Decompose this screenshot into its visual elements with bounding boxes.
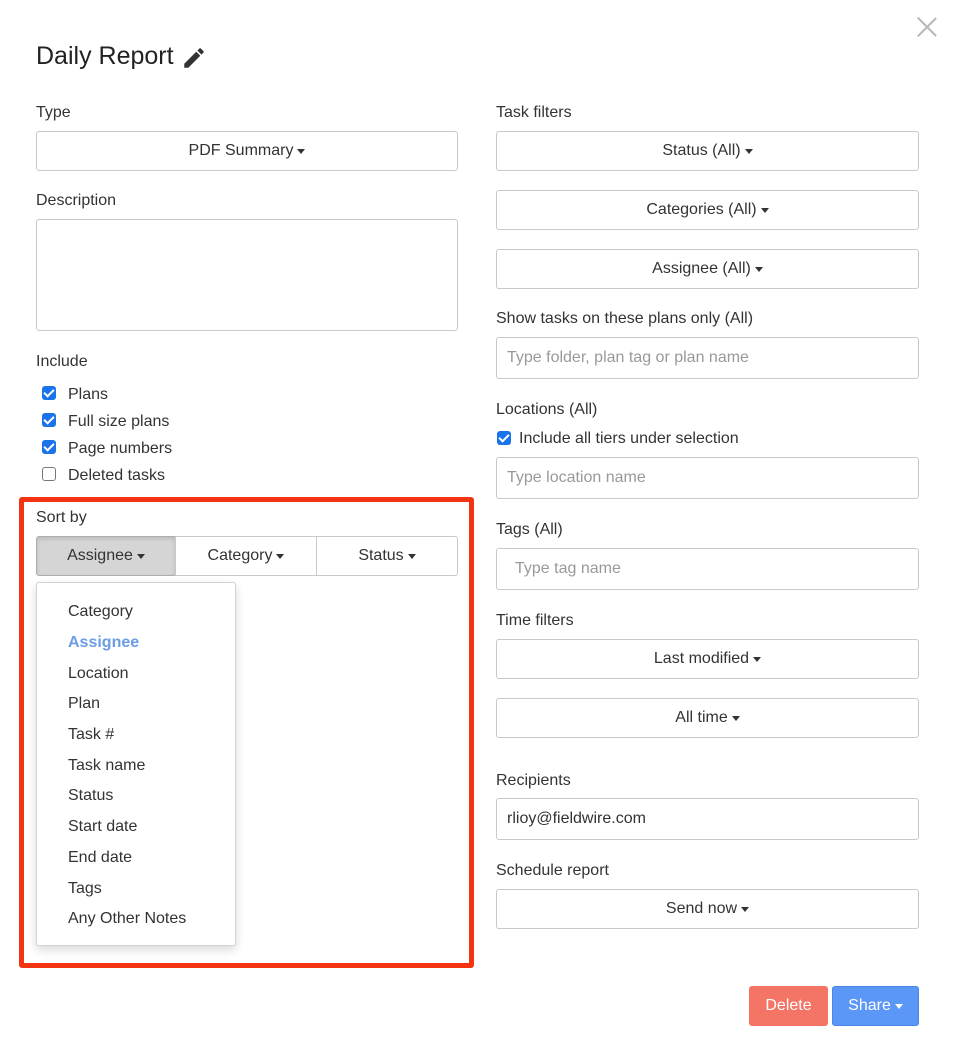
delete-label: Delete: [765, 997, 812, 1014]
time-field-dropdown[interactable]: Last modified: [496, 639, 919, 679]
include-tiers-label: Include all tiers under selection: [519, 430, 739, 447]
sort-option-status[interactable]: Status: [68, 787, 113, 805]
sort-option-plan[interactable]: Plan: [68, 695, 100, 713]
pencil-icon[interactable]: [181, 45, 207, 71]
page-numbers-checkbox[interactable]: [42, 440, 56, 454]
sort-option-task-name[interactable]: Task name: [68, 757, 145, 775]
type-dropdown[interactable]: PDF Summary: [36, 131, 458, 171]
sort-assignee-label: Assignee: [67, 547, 133, 564]
caret-down-icon: [894, 1003, 903, 1009]
time-field-value: Last modified: [653, 650, 750, 667]
caret-down-icon: [741, 906, 750, 912]
sort-option-any-other-notes[interactable]: Any Other Notes: [68, 910, 186, 928]
caret-down-icon: [407, 553, 416, 559]
assignee-filter-dropdown[interactable]: Assignee (All): [496, 249, 919, 289]
sort-option-task-number[interactable]: Task #: [68, 726, 114, 744]
schedule-dropdown[interactable]: Send now: [496, 889, 919, 929]
recipients-input[interactable]: rlioy@fieldwire.com: [496, 798, 919, 840]
full-size-plans-checkbox[interactable]: [42, 413, 56, 427]
tags-placeholder: Type tag name: [515, 560, 621, 577]
sort-option-assignee[interactable]: Assignee: [68, 634, 139, 652]
share-label: Share: [848, 997, 891, 1014]
deleted-tasks-label: Deleted tasks: [68, 467, 165, 484]
assignee-filter-value: Assignee (All): [652, 260, 751, 277]
plans-filter-input[interactable]: Type folder, plan tag or plan name: [496, 337, 919, 379]
include-tiers-checkbox[interactable]: [497, 431, 511, 445]
sort-status-button[interactable]: Status: [316, 536, 458, 576]
share-button[interactable]: Share: [832, 986, 919, 1026]
sort-status-label: Status: [358, 547, 404, 564]
status-filter-value: Status (All): [662, 142, 741, 159]
tags-input[interactable]: Type tag name: [496, 548, 919, 590]
description-label: Description: [36, 192, 117, 209]
dialog-title: Daily Report: [36, 42, 174, 70]
type-value: PDF Summary: [188, 142, 294, 159]
caret-down-icon: [760, 207, 769, 213]
recipients-value: rlioy@fieldwire.com: [507, 810, 646, 827]
sort-option-start-date[interactable]: Start date: [68, 818, 137, 836]
sort-by-label: Sort by: [36, 509, 87, 526]
caret-down-icon: [754, 266, 763, 272]
caret-down-icon: [297, 148, 306, 154]
sort-option-tags[interactable]: Tags: [68, 880, 102, 898]
caret-down-icon: [276, 553, 285, 559]
sort-option-location[interactable]: Location: [68, 665, 129, 683]
schedule-label: Schedule report: [496, 862, 609, 879]
tags-label: Tags (All): [496, 521, 563, 538]
caret-down-icon: [744, 148, 753, 154]
status-filter-dropdown[interactable]: Status (All): [496, 131, 919, 171]
time-range-value: All time: [675, 709, 728, 726]
location-input[interactable]: Type location name: [496, 457, 919, 499]
plans-checkbox[interactable]: [42, 386, 56, 400]
sort-assignee-button[interactable]: Assignee: [36, 536, 176, 576]
delete-button[interactable]: Delete: [749, 986, 828, 1026]
caret-down-icon: [753, 656, 762, 662]
type-label: Type: [36, 104, 71, 121]
include-label: Include: [36, 353, 88, 370]
page-numbers-label: Page numbers: [68, 440, 173, 457]
time-range-dropdown[interactable]: All time: [496, 698, 919, 738]
categories-filter-value: Categories (All): [646, 201, 757, 218]
sort-options-menu: Category Assignee Location Plan Task # T…: [36, 582, 236, 946]
caret-down-icon: [136, 553, 145, 559]
schedule-value: Send now: [665, 900, 738, 917]
locations-label: Locations (All): [496, 401, 598, 418]
sort-category-label: Category: [207, 547, 273, 564]
sort-option-end-date[interactable]: End date: [68, 849, 132, 867]
caret-down-icon: [731, 715, 740, 721]
close-icon[interactable]: [914, 14, 940, 40]
recipients-label: Recipients: [496, 772, 571, 789]
plans-filter-label: Show tasks on these plans only (All): [496, 310, 754, 327]
full-size-plans-label: Full size plans: [68, 413, 170, 430]
deleted-tasks-checkbox[interactable]: [42, 467, 56, 481]
description-textarea[interactable]: [36, 219, 458, 331]
categories-filter-dropdown[interactable]: Categories (All): [496, 190, 919, 230]
location-placeholder: Type location name: [507, 469, 646, 486]
plans-label: Plans: [68, 386, 109, 403]
plans-filter-placeholder: Type folder, plan tag or plan name: [507, 349, 749, 366]
sort-category-button[interactable]: Category: [175, 536, 317, 576]
time-filters-label: Time filters: [496, 612, 574, 629]
task-filters-label: Task filters: [496, 104, 572, 121]
sort-option-category[interactable]: Category: [68, 603, 133, 621]
